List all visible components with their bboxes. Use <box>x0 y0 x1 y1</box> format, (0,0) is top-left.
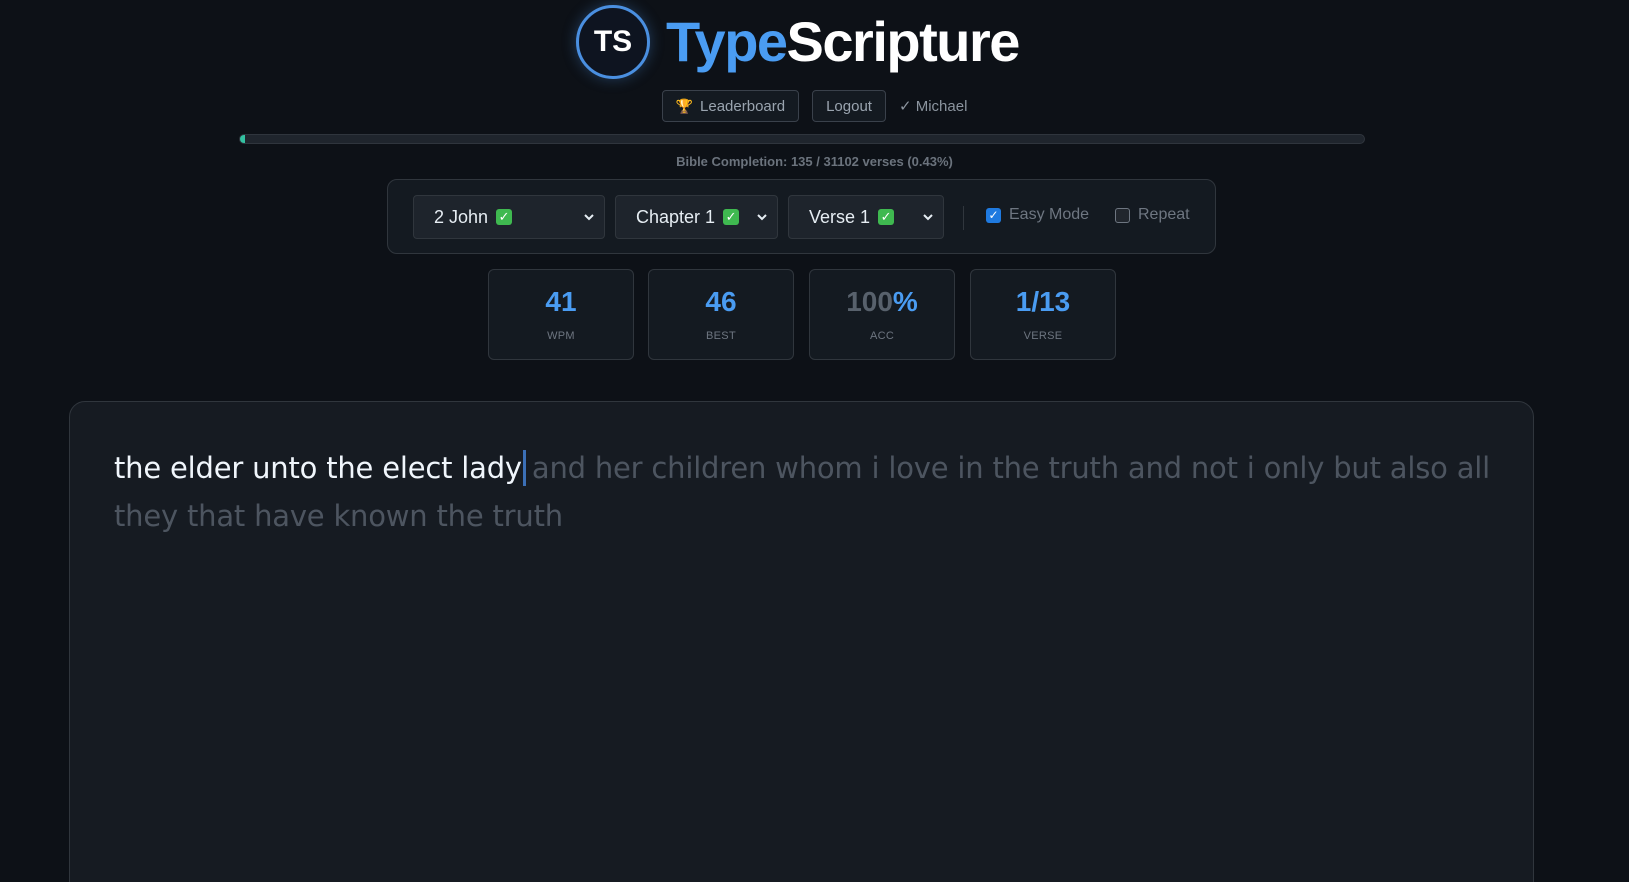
app-title-part-type: Type <box>666 10 788 73</box>
controls-divider <box>963 206 964 230</box>
logo-initials: TS <box>593 25 633 58</box>
bible-progress-fill <box>240 135 245 143</box>
repeat-toggle[interactable]: Repeat <box>1115 206 1190 224</box>
stat-best-value: 46 <box>705 286 737 317</box>
complete-check-icon: ✓ <box>878 209 895 225</box>
bible-progress-text: Bible Completion: 135 / 31102 verses (0.… <box>676 154 953 169</box>
stat-best-label: BEST <box>706 330 736 342</box>
verse-text: the elder unto the elect lady and her chi… <box>114 444 1504 540</box>
leaderboard-label: Leaderboard <box>700 97 786 115</box>
logo-badge: TS <box>576 5 650 79</box>
easy-mode-label: Easy Mode <box>1009 206 1090 223</box>
top-nav: 🏆 Leaderboard Logout ✓ Michael <box>0 90 1629 122</box>
bible-progress-bar <box>239 134 1365 144</box>
book-select[interactable]: 2 John ✓ <box>413 195 605 239</box>
stat-wpm-label: WPM <box>547 330 575 342</box>
complete-check-icon: ✓ <box>496 209 513 225</box>
chapter-select[interactable]: Chapter 1 ✓ <box>615 195 778 239</box>
app-title-part-scripture: Scripture <box>786 10 1021 73</box>
verse-select-value: Verse 1 <box>809 206 871 227</box>
brand-header: TS TypeScripture <box>576 2 1020 82</box>
stat-verse-label: VERSE <box>1023 330 1063 342</box>
stat-accuracy-percent: % <box>892 286 918 317</box>
passage-controls: 2 John ✓ Chapter 1 ✓ Verse 1 ✓ ✓ Easy Mo… <box>387 179 1216 254</box>
trophy-icon: 🏆 <box>675 97 694 114</box>
typed-text: the elder unto the elect lady <box>114 451 522 485</box>
chevron-down-icon <box>584 214 594 221</box>
easy-mode-toggle[interactable]: ✓ Easy Mode <box>986 206 1089 224</box>
verse-select[interactable]: Verse 1 ✓ <box>788 195 944 239</box>
stat-accuracy-value: 100% <box>810 286 954 318</box>
complete-check-icon: ✓ <box>723 209 740 225</box>
stat-verse: 1/13 VERSE <box>970 269 1116 360</box>
repeat-label: Repeat <box>1138 206 1190 223</box>
user-label: ✓ Michael <box>898 98 968 115</box>
stat-verse-value: 1/13 <box>1015 286 1071 317</box>
stat-best: 46 BEST <box>648 269 794 360</box>
typing-area[interactable]: the elder unto the elect lady and her chi… <box>69 401 1534 882</box>
stat-wpm-value: 41 <box>545 286 577 317</box>
typing-caret <box>522 450 526 486</box>
easy-mode-checkbox[interactable]: ✓ <box>986 207 1001 223</box>
chapter-select-value: Chapter 1 <box>636 206 716 227</box>
app-root: TS TypeScripture 🏆 Leaderboard Logout ✓ … <box>0 0 1629 882</box>
stat-accuracy-label: ACC <box>869 330 895 342</box>
stat-accuracy-number: 100 <box>846 286 893 317</box>
stat-accuracy: 100% ACC <box>809 269 955 360</box>
stat-wpm: 41 WPM <box>488 269 634 360</box>
app-title: TypeScripture <box>666 14 1020 70</box>
logout-button[interactable]: Logout <box>812 90 886 122</box>
book-select-value: 2 John <box>434 206 489 227</box>
chevron-down-icon <box>757 214 767 221</box>
repeat-checkbox[interactable] <box>1115 207 1130 223</box>
leaderboard-button[interactable]: 🏆 Leaderboard <box>661 90 800 122</box>
chevron-down-icon <box>923 214 933 221</box>
